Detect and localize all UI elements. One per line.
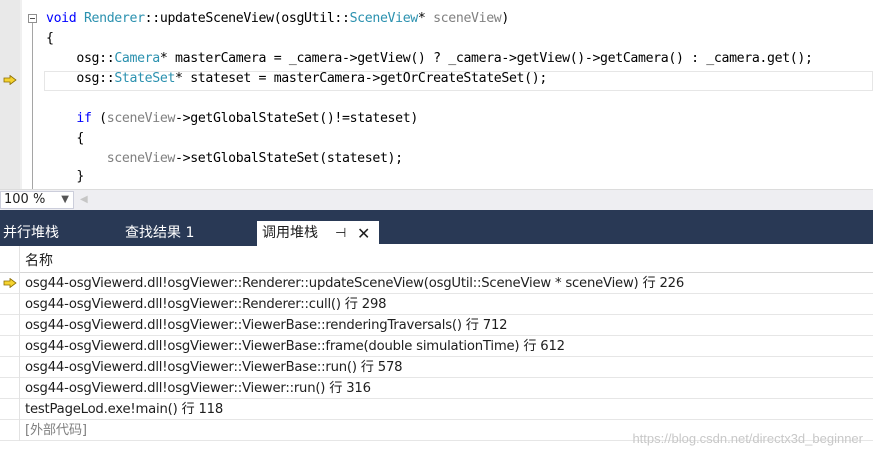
zoom-value: 100 % [4,192,46,207]
code-token: { [46,131,84,146]
code-token: ) [501,11,509,26]
code-token: sceneView [106,151,176,166]
outline-bar [32,14,33,189]
code-token: * masterCamera = _camera->getView() ? _c… [159,51,813,66]
row-gutter [0,378,20,399]
code-line[interactable]: { [46,29,54,49]
gutter-separator [20,0,22,189]
code-token: osg:: [46,71,115,86]
tool-window-tab-strip: 并行堆栈 查找结果 1 调用堆栈 ⊣ ✕ [0,210,873,246]
row-gutter [0,336,20,357]
collapse-toggle-icon[interactable] [28,14,37,23]
table-row[interactable]: osg44-osgViewerd.dll!osgViewer::Renderer… [0,294,873,315]
row-gutter [0,399,20,420]
call-stack-panel: 名称 osg44-osgViewerd.dll!osgViewer::Rende… [0,246,873,455]
code-token: * stateset = masterCamera->getOrCreateSt… [175,71,547,86]
tab-find-results[interactable]: 查找结果 1 [115,221,257,246]
code-token: } [46,169,84,184]
column-header-name[interactable]: 名称 [25,250,53,270]
tab-call-stack[interactable]: 调用堆栈 ⊣ ✕ [257,221,379,246]
current-frame-arrow-icon [3,278,17,288]
code-token: void [46,11,77,26]
scroll-left-icon[interactable]: ◀ [80,194,88,205]
tab-call-stack-label: 调用堆栈 [262,225,318,241]
code-token: StateSet [114,71,176,86]
chevron-down-icon[interactable]: ▼ [61,194,69,206]
code-token: SceneView [349,11,419,26]
table-row[interactable]: osg44-osgViewerd.dll!osgViewer::ViewerBa… [0,357,873,378]
close-icon[interactable]: ✕ [357,221,370,246]
zoom-dropdown[interactable]: 100 % ▼ [0,191,74,209]
header-gutter [0,246,20,273]
code-line[interactable]: if (sceneView->getGlobalStateSet()!=stat… [46,109,418,129]
code-line[interactable]: osg::Camera* masterCamera = _camera->get… [46,49,813,69]
row-gutter [0,420,20,441]
row-gutter [0,315,20,336]
stack-frame-text: osg44-osgViewerd.dll!osgViewer::Renderer… [25,297,387,312]
code-line[interactable]: } [46,167,84,187]
code-token: ::updateSceneView(osgUtil:: [144,11,350,26]
code-token: ->setGlobalStateSet(stateset); [175,151,403,166]
row-gutter [0,357,20,378]
code-line[interactable]: void Renderer::updateSceneView(osgUtil::… [46,9,509,29]
code-token: ->getGlobalStateSet()!=stateset) [175,111,418,126]
stack-frame-text: [外部代码] [25,423,87,438]
grid-header: 名称 [0,246,873,273]
code-token: sceneView [433,11,502,26]
code-line[interactable]: osg::StateSet* stateset = masterCamera->… [46,69,547,89]
code-token: { [46,31,54,46]
stack-frame-text: osg44-osgViewerd.dll!osgViewer::ViewerBa… [25,339,565,354]
code-token: sceneView [106,111,176,126]
table-row[interactable]: testPageLod.exe!main() 行 118 [0,399,873,420]
code-token: Camera [114,51,160,66]
code-token: Renderer [83,11,145,26]
table-row[interactable]: osg44-osgViewerd.dll!osgViewer::ViewerBa… [0,315,873,336]
editor-status-strip: 100 % ▼ ◀ [0,189,873,210]
table-row[interactable]: osg44-osgViewerd.dll!osgViewer::Renderer… [0,273,873,294]
pin-icon[interactable]: ⊣ [335,221,346,246]
stack-frame-text: osg44-osgViewerd.dll!osgViewer::Renderer… [25,276,685,291]
stack-frame-text: osg44-osgViewerd.dll!osgViewer::ViewerBa… [25,360,403,375]
code-token: if [76,111,92,126]
code-token: ( [91,111,107,126]
code-token: * [417,11,434,26]
editor-gutter[interactable] [0,0,20,189]
stack-frame-text: osg44-osgViewerd.dll!osgViewer::ViewerBa… [25,318,508,333]
watermark: https://blog.csdn.net/directx3d_beginner [632,431,863,446]
code-line[interactable]: sceneView->setGlobalStateSet(stateset); [46,149,403,169]
table-row[interactable]: osg44-osgViewerd.dll!osgViewer::ViewerBa… [0,336,873,357]
current-statement-arrow-icon [3,75,17,85]
code-editor[interactable]: void Renderer::updateSceneView(osgUtil::… [0,0,873,189]
code-token: osg:: [46,51,115,66]
stack-frame-text: testPageLod.exe!main() 行 118 [25,402,224,417]
row-gutter [0,294,20,315]
tab-parallel-stacks[interactable]: 并行堆栈 [0,221,115,246]
stack-frame-text: osg44-osgViewerd.dll!osgViewer::Viewer::… [25,381,371,396]
table-row[interactable]: osg44-osgViewerd.dll!osgViewer::Viewer::… [0,378,873,399]
code-line[interactable]: { [46,129,84,149]
